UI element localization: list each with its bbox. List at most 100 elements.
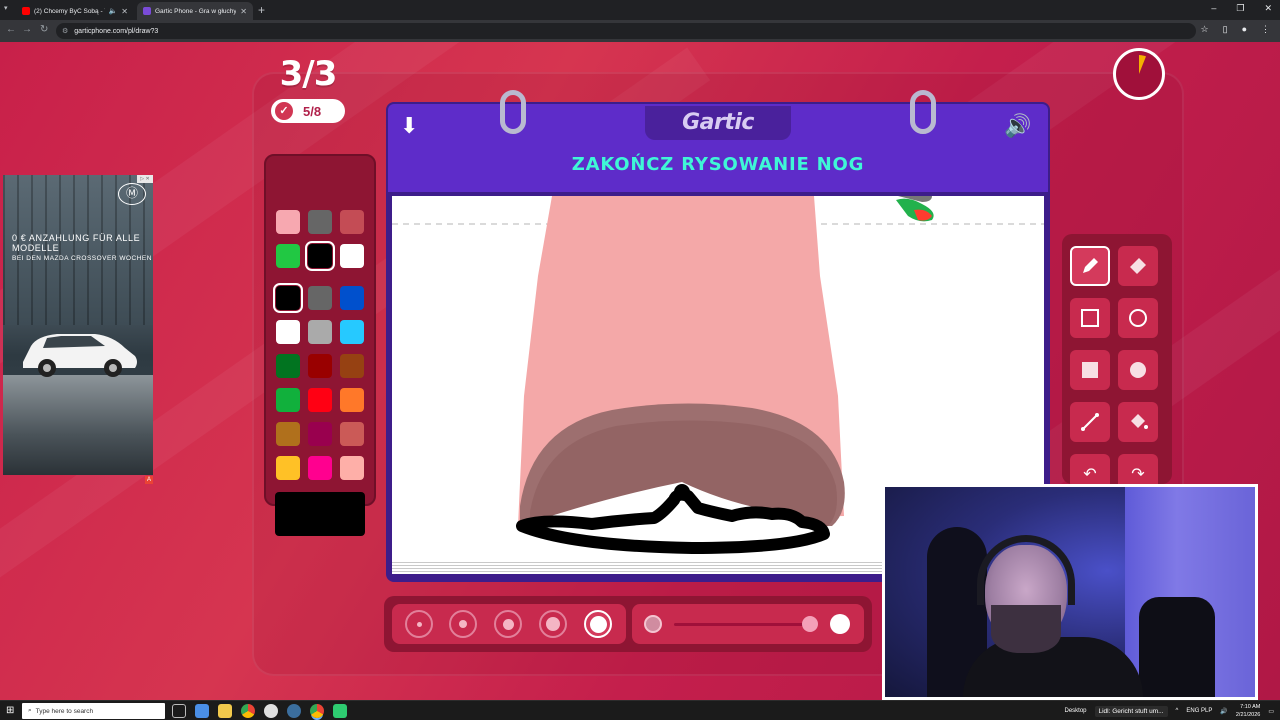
- recent-color-swatch[interactable]: [340, 210, 364, 234]
- ellipse-outline-icon: [1129, 309, 1147, 327]
- reload-icon[interactable]: ↻: [40, 24, 48, 35]
- minimize-icon[interactable]: –: [1211, 3, 1216, 14]
- ad-choices-icon[interactable]: ▷ ✕: [137, 175, 153, 183]
- opacity-slider-thumb[interactable]: [802, 616, 818, 632]
- notifications-icon[interactable]: ▭: [1268, 708, 1274, 715]
- brush-size-button[interactable]: [584, 610, 612, 638]
- tab-gartic[interactable]: Gartic Phone - Gra w głuchy te ✕: [137, 2, 253, 20]
- ellipse-filled-tool[interactable]: [1118, 350, 1158, 390]
- obs-icon[interactable]: [264, 704, 278, 718]
- tray-chevron-icon[interactable]: ^: [1176, 708, 1179, 714]
- recent-color-swatch[interactable]: [308, 210, 332, 234]
- rectangle-filled-tool[interactable]: [1070, 350, 1110, 390]
- taskbar-search[interactable]: ⌕ Type here to search: [22, 703, 165, 719]
- recent-color-swatch[interactable]: [305, 241, 335, 271]
- task-view-icon[interactable]: [172, 704, 186, 718]
- pencil-tool[interactable]: [1070, 246, 1110, 286]
- color-swatch[interactable]: [276, 388, 300, 412]
- ad-headline: 0 € ANZAHLUNG FÜR ALLE MODELLE: [12, 233, 141, 253]
- start-icon[interactable]: ⊞: [6, 705, 14, 716]
- color-swatch[interactable]: [340, 422, 364, 446]
- color-swatch[interactable]: [308, 422, 332, 446]
- tab-search-icon[interactable]: ▾: [4, 4, 8, 12]
- webcam-overlay: [882, 484, 1258, 700]
- brush-size-button[interactable]: [539, 610, 567, 638]
- brush-size-button[interactable]: [449, 610, 477, 638]
- brush-size-dot: [459, 620, 467, 628]
- bookmark-star-icon[interactable]: ☆: [1201, 24, 1209, 35]
- color-swatch[interactable]: [276, 320, 300, 344]
- maximize-icon[interactable]: ❐: [1236, 3, 1244, 14]
- sidepanel-icon[interactable]: ▯: [1223, 24, 1228, 35]
- gartic-favicon-icon: [143, 7, 151, 15]
- speaker-icon[interactable]: 🔈: [109, 7, 118, 15]
- file-explorer-icon[interactable]: [218, 704, 232, 718]
- brush-size-button[interactable]: [405, 610, 433, 638]
- color-swatch[interactable]: [340, 388, 364, 412]
- players-done-badge: ✓ 5/8: [271, 99, 345, 123]
- profile-icon[interactable]: ●: [1242, 24, 1247, 35]
- new-tab-button[interactable]: +: [258, 3, 265, 17]
- back-icon[interactable]: ←: [6, 24, 16, 35]
- language-indicator[interactable]: ENG PLP: [1186, 708, 1212, 714]
- menu-icon[interactable]: ⋮: [1261, 24, 1270, 35]
- line-tool[interactable]: [1070, 402, 1110, 442]
- color-swatch[interactable]: [340, 456, 364, 480]
- undo-tool[interactable]: ↶: [1070, 454, 1110, 484]
- color-swatch[interactable]: [308, 354, 332, 378]
- brush-size-dot: [416, 621, 422, 627]
- rectangle-outline-tool[interactable]: [1070, 298, 1110, 338]
- recent-color-swatch[interactable]: [276, 210, 300, 234]
- redo-icon: ↷: [1131, 466, 1145, 483]
- clock-time: 7:10 AM: [1240, 704, 1261, 710]
- brush-size-dot: [502, 618, 514, 630]
- volume-icon[interactable]: 🔊: [1220, 708, 1227, 715]
- app-icon-1[interactable]: [195, 704, 209, 718]
- color-swatch[interactable]: [276, 422, 300, 446]
- color-swatch[interactable]: [308, 320, 332, 344]
- recent-color-swatch[interactable]: [340, 244, 364, 268]
- download-icon[interactable]: ⬇: [400, 113, 418, 139]
- mazda-ad[interactable]: Ⓜ 0 € ANZAHLUNG FÜR ALLE MODELLE BEI DEN…: [3, 175, 153, 475]
- color-swatch[interactable]: [308, 286, 332, 310]
- close-window-icon[interactable]: ✕: [1264, 3, 1272, 14]
- recent-color-swatch[interactable]: [276, 244, 300, 268]
- color-swatch[interactable]: [276, 354, 300, 378]
- color-swatch[interactable]: [273, 283, 303, 313]
- close-tab-icon[interactable]: ✕: [121, 7, 128, 16]
- color-swatch[interactable]: [308, 388, 332, 412]
- taskbar-notification[interactable]: Lidl: Gericht stuft um...: [1094, 705, 1168, 717]
- window-controls: – ❐ ✕: [1211, 3, 1272, 14]
- eraser-tool[interactable]: [1118, 246, 1158, 286]
- opacity-slider-track[interactable]: [674, 623, 814, 626]
- drawing-prompt: ZAKOŃCZ RYSOWANIE NOG: [571, 154, 865, 175]
- clock[interactable]: 7:10 AM 2/21/2026: [1236, 703, 1260, 719]
- tab-youtube[interactable]: (2) Chcemy ByĆ Sobą - You 🔈 ✕: [16, 2, 134, 20]
- color-swatch[interactable]: [340, 354, 364, 378]
- chrome-icon[interactable]: [241, 704, 255, 718]
- brush-size-dot: [589, 615, 607, 633]
- url-text[interactable]: garticphone.com/pl/draw?3: [74, 28, 158, 35]
- color-swatch[interactable]: [340, 320, 364, 344]
- brush-size-dot: [546, 617, 560, 631]
- steam-icon[interactable]: [287, 704, 301, 718]
- brush-size-button[interactable]: [494, 610, 522, 638]
- youtube-favicon-icon: [22, 7, 30, 15]
- forward-icon[interactable]: →: [22, 24, 32, 35]
- color-swatch[interactable]: [340, 286, 364, 310]
- color-swatch[interactable]: [308, 456, 332, 480]
- close-tab-icon[interactable]: ✕: [240, 7, 247, 16]
- sound-icon[interactable]: 🔊: [1004, 113, 1031, 139]
- ellipse-outline-tool[interactable]: [1118, 298, 1158, 338]
- windows-taskbar: ⊞ ⌕ Type here to search Desktop Lidl: Ge…: [0, 700, 1280, 720]
- desktop-label[interactable]: Desktop: [1064, 708, 1086, 714]
- browser-tab-bar: ▾ (2) Chcemy ByĆ Sobą - You 🔈 ✕ Gartic P…: [0, 0, 1280, 20]
- fill-bucket-tool[interactable]: [1118, 402, 1158, 442]
- app-icon-green[interactable]: [333, 704, 347, 718]
- chrome-active-icon[interactable]: [310, 704, 324, 718]
- omnibox[interactable]: ⚙ garticphone.com/pl/draw?3: [56, 23, 1196, 39]
- redo-tool[interactable]: ↷: [1118, 454, 1158, 484]
- color-swatch[interactable]: [276, 456, 300, 480]
- site-info-icon[interactable]: ⚙: [62, 27, 68, 35]
- line-icon: [1081, 413, 1099, 431]
